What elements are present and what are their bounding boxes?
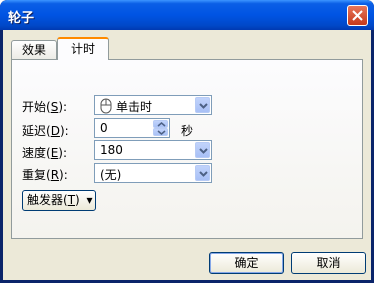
delay-label-key: D — [50, 124, 60, 138]
chevron-down-icon — [199, 148, 208, 154]
start-label-post: ): — [58, 100, 68, 114]
delay-unit: 秒 — [181, 124, 194, 138]
speed-label: 速度(E): — [22, 144, 67, 161]
ok-button[interactable]: 确定 — [209, 252, 284, 274]
delay-label: 延迟(D): — [22, 122, 69, 139]
speed-select-value: 180 — [100, 143, 123, 157]
delay-value: 0 — [100, 121, 108, 135]
title-bar[interactable]: 轮子 — [0, 0, 374, 30]
close-button[interactable] — [347, 5, 368, 26]
delay-spin-up-button[interactable] — [153, 120, 168, 128]
speed-label-post: ): — [58, 146, 68, 160]
tab-effects-label: 效果 — [21, 43, 46, 57]
mouse-icon — [100, 98, 112, 114]
speed-select[interactable]: 180 — [94, 140, 212, 160]
repeat-label-pre: 重复( — [22, 168, 51, 182]
trigger-label-key: T — [67, 193, 76, 207]
tab-timing-label: 计时 — [70, 42, 95, 56]
delay-spin-down-button[interactable] — [153, 128, 168, 136]
trigger-button[interactable]: 触发器(T) ▾ — [22, 190, 96, 211]
start-label-pre: 开始( — [22, 100, 51, 114]
speed-label-pre: 速度( — [22, 146, 51, 160]
tab-effects[interactable]: 效果 — [11, 40, 57, 59]
start-dropdown-arrow[interactable] — [195, 97, 210, 113]
timing-panel: 开始(S): 单击时 延迟(D): 0 秒 速度(E): 180 重复(R): … — [11, 59, 363, 239]
delay-label-post: ): — [59, 124, 69, 138]
chevron-down-icon — [199, 103, 208, 109]
dialog-body: 效果 计时 开始(S): 单击时 延迟(D): 0 秒 速度(E): 180 重… — [3, 30, 371, 280]
trigger-label-post: ) — [75, 193, 80, 207]
cancel-button-label: 取消 — [316, 256, 341, 270]
ok-button-label: 确定 — [234, 256, 259, 270]
repeat-select[interactable]: (无) — [94, 163, 212, 183]
dropdown-arrow-icon: ▾ — [86, 193, 93, 207]
delay-label-pre: 延迟( — [22, 124, 51, 138]
tab-timing[interactable]: 计时 — [57, 37, 109, 60]
dialog-window: 轮子 效果 计时 开始(S): 单击时 延迟(D): 0 秒 速度(E): 18… — [0, 0, 374, 283]
repeat-select-value: (无) — [100, 168, 122, 182]
repeat-label: 重复(R): — [22, 166, 68, 183]
window-title: 轮子 — [8, 11, 35, 26]
chevron-down-icon — [199, 171, 208, 177]
speed-dropdown-arrow[interactable] — [195, 142, 210, 158]
repeat-label-key: R — [50, 168, 60, 182]
delay-spinner[interactable]: 0 — [94, 118, 170, 138]
start-label: 开始(S): — [22, 98, 67, 115]
cancel-button[interactable]: 取消 — [291, 252, 366, 274]
chevron-down-icon — [157, 130, 166, 135]
close-icon — [352, 10, 363, 21]
start-select[interactable]: 单击时 — [94, 95, 212, 115]
trigger-label-pre: 触发器( — [27, 193, 68, 207]
repeat-dropdown-arrow[interactable] — [195, 165, 210, 181]
start-select-value: 单击时 — [116, 100, 153, 114]
repeat-label-post: ): — [59, 168, 68, 182]
chevron-up-icon — [157, 122, 166, 127]
